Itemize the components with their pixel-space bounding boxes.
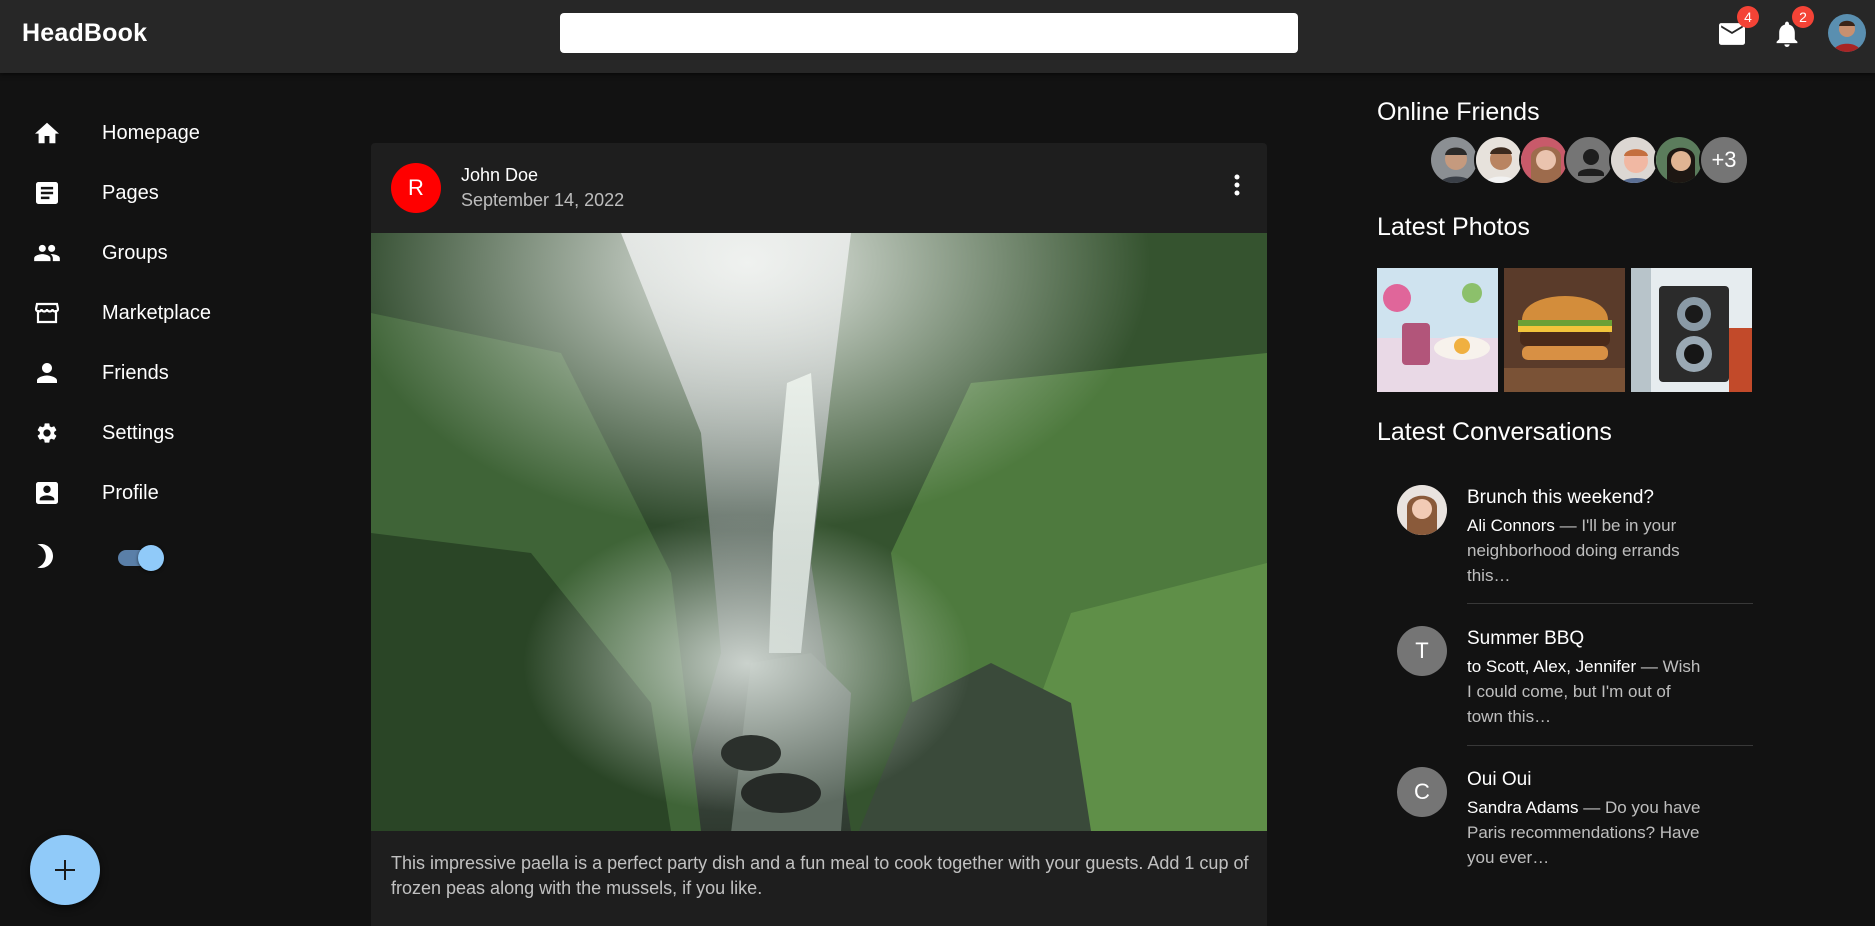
conversation-preview: Ali Connors — I'll be in your neighborho…: [1467, 513, 1707, 588]
friend-avatar[interactable]: [1654, 135, 1704, 185]
post-text: This impressive paella is a perfect part…: [391, 853, 1249, 898]
conversation-subject: Summer BBQ: [1467, 628, 1585, 649]
friend-avatar[interactable]: [1429, 135, 1479, 185]
post-date: September 14, 2022: [461, 190, 625, 210]
notifications-button[interactable]: 2: [1769, 6, 1814, 52]
add-post-button[interactable]: [30, 835, 100, 905]
online-friends-title: Online Friends: [1377, 98, 1540, 126]
mail-badge: 4: [1737, 6, 1759, 28]
dark-mode-row: [30, 536, 64, 576]
storefront-icon: [30, 296, 64, 330]
person-icon: [30, 356, 64, 390]
group-icon: [30, 236, 64, 270]
post-author[interactable]: John Doe: [461, 165, 538, 186]
moon-icon: [30, 539, 64, 573]
conversation-preview: Sandra Adams — Do you have Paris recomme…: [1467, 795, 1707, 870]
friend-avatar[interactable]: [1519, 135, 1569, 185]
sidebar-item-homepage[interactable]: Homepage: [30, 113, 200, 153]
sidebar-item-pages[interactable]: Pages: [30, 173, 159, 213]
sidebar-item-groups[interactable]: Groups: [30, 233, 168, 273]
home-icon: [30, 116, 64, 150]
latest-conversations-title: Latest Conversations: [1377, 418, 1612, 446]
brand-logo[interactable]: HeadBook: [22, 19, 147, 48]
conversation-sender: to Scott, Alex, Jennifer: [1467, 657, 1637, 676]
app-bar: HeadBook 4 2: [0, 0, 1875, 73]
post-author-avatar[interactable]: R: [391, 163, 441, 213]
sidebar-item-label: Pages: [102, 181, 159, 204]
mail-button[interactable]: 4: [1714, 6, 1759, 52]
person-icon: [1578, 149, 1604, 176]
conversation-avatar: T: [1397, 626, 1447, 676]
notifications-badge: 2: [1792, 6, 1814, 28]
conversation-sender: Sandra Adams: [1467, 798, 1579, 817]
sidebar-item-friends[interactable]: Friends: [30, 353, 169, 393]
conversation-subject: Oui Oui: [1467, 769, 1532, 790]
more-friends-count[interactable]: +3: [1699, 135, 1749, 185]
more-vert-icon: [1234, 174, 1240, 196]
search-input[interactable]: [560, 13, 1298, 53]
sidebar-item-marketplace[interactable]: Marketplace: [30, 293, 211, 333]
account-box-icon: [30, 476, 64, 510]
friend-avatar[interactable]: [1609, 135, 1659, 185]
plus-icon: [55, 860, 75, 880]
latest-photos-title: Latest Photos: [1377, 213, 1530, 241]
conversation-preview: to Scott, Alex, Jennifer — Wish I could …: [1467, 654, 1707, 729]
sidebar-item-label: Profile: [102, 481, 159, 504]
user-avatar[interactable]: [1828, 14, 1866, 52]
dark-mode-toggle[interactable]: [116, 545, 164, 571]
conversation-sender: Ali Connors: [1467, 516, 1555, 535]
sidebar-item-settings[interactable]: Settings: [30, 413, 174, 453]
photo-thumbnail[interactable]: [1377, 268, 1498, 392]
photo-thumbnail[interactable]: [1504, 268, 1625, 392]
sidebar-item-label: Settings: [102, 421, 175, 444]
sidebar-item-label: Homepage: [102, 121, 200, 144]
photo-thumbnail[interactable]: [1631, 268, 1752, 392]
conversation-subject: Brunch this weekend?: [1467, 487, 1654, 508]
sidebar-item-label: Marketplace: [102, 301, 211, 324]
sidebar-item-profile[interactable]: Profile: [30, 473, 159, 513]
conversation-avatar: C: [1397, 767, 1447, 817]
toggle-thumb: [138, 545, 164, 571]
conversation-avatar: [1397, 485, 1447, 535]
article-icon: [30, 176, 64, 210]
friend-avatar[interactable]: [1564, 135, 1614, 185]
post-card: R John Doe September 14, 2022 This impre…: [371, 143, 1267, 926]
friend-avatar[interactable]: [1474, 135, 1524, 185]
gear-icon: [30, 416, 64, 450]
sidebar-item-label: Groups: [102, 241, 168, 264]
post-more-button[interactable]: [1219, 167, 1255, 203]
sidebar-item-label: Friends: [102, 361, 169, 384]
divider: [1467, 603, 1753, 604]
post-image[interactable]: [371, 233, 1267, 831]
divider: [1467, 745, 1753, 746]
mail-icon: [1719, 23, 1745, 45]
